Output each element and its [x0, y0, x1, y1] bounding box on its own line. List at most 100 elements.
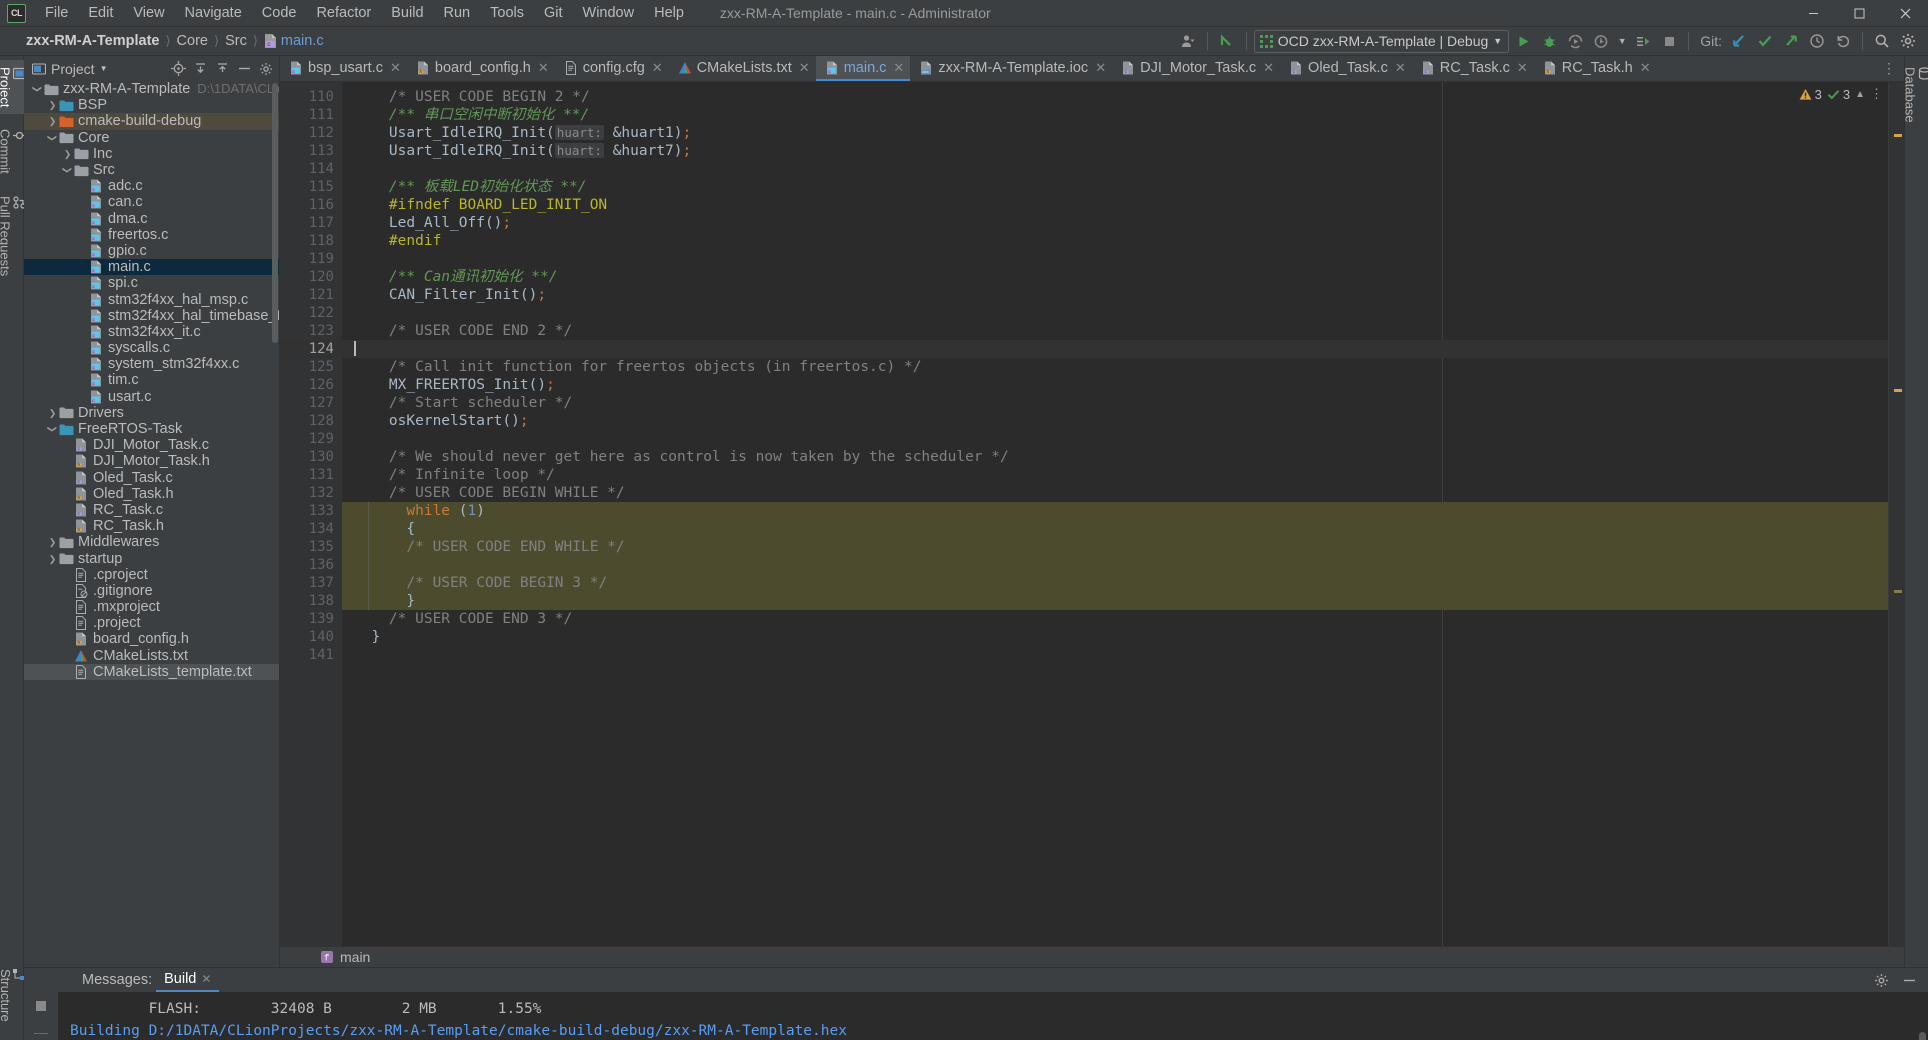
menu-build[interactable]: Build — [381, 2, 433, 24]
tree-file-item[interactable]: .mxproject — [24, 599, 279, 615]
gutter-line-number[interactable]: 128 — [280, 412, 342, 430]
gutter-line-number[interactable]: 115 — [280, 178, 342, 196]
editor-tab-zxx-rm-a-template-ioc[interactable]: ioc zxx-RM-A-Template.ioc ✕ — [910, 56, 1112, 81]
close-icon[interactable]: ✕ — [1640, 60, 1651, 76]
gutter-line-number[interactable]: 141 — [280, 646, 342, 664]
tree-file-item[interactable]: c can.c — [24, 194, 279, 210]
gutter-line-number[interactable]: 123 — [280, 322, 342, 340]
code-line[interactable] — [342, 556, 1888, 574]
chevron-down-icon[interactable]: ▼ — [1615, 29, 1629, 53]
tree-file-item[interactable]: CMakeLists.txt — [24, 648, 279, 664]
tree-file-item[interactable]: c Oled_Task.c — [24, 470, 279, 486]
analysis-scrollbar[interactable] — [1888, 82, 1904, 946]
menu-help[interactable]: Help — [644, 2, 694, 24]
gutter-line-number[interactable]: 119 — [280, 250, 342, 268]
gutter-line-number[interactable]: 114 — [280, 160, 342, 178]
code-line[interactable] — [342, 340, 1888, 358]
gutter-line-number[interactable]: 125 — [280, 358, 342, 376]
hide-panel-icon[interactable] — [1900, 971, 1918, 989]
editor-tab-oled-task-c[interactable]: c Oled_Task.c ✕ — [1280, 56, 1412, 81]
editor-gutter[interactable]: 110 111 112 113 114 115 116 117 118 119 120 121 122 1… — [280, 82, 342, 946]
code-line[interactable]: while (1) — [342, 502, 1888, 520]
code-line[interactable]: /* USER CODE BEGIN WHILE */ — [342, 484, 1888, 502]
editor-tab-rc-task-h[interactable]: h RC_Task.h ✕ — [1534, 56, 1657, 81]
editor-tab-rc-task-c[interactable]: c RC_Task.c ✕ — [1412, 56, 1534, 81]
tree-file-item[interactable]: h RC_Task.h — [24, 518, 279, 534]
tree-file-item[interactable]: c syscalls.c — [24, 340, 279, 356]
chevron-down-icon[interactable]: ▼ — [100, 64, 108, 73]
code-line[interactable]: /* Infinite loop */ — [342, 466, 1888, 484]
gutter-line-number[interactable]: 139 — [280, 610, 342, 628]
settings-icon[interactable] — [1896, 29, 1920, 53]
breadcrumb-file[interactable]: main.c — [281, 33, 324, 49]
gutter-line-number[interactable]: 120 — [280, 268, 342, 286]
build-console[interactable]: FLASH: 32408 B 2 MB 1.55% Building D:/1DA… — [58, 992, 1928, 1040]
git-push-icon[interactable] — [1779, 29, 1803, 53]
maximize-button[interactable] — [1836, 0, 1882, 27]
close-icon[interactable]: ✕ — [799, 60, 810, 76]
tree-folder-item[interactable]: ❯ Src — [24, 162, 279, 178]
editor-tab-bsp-usart-c[interactable]: c bsp_usart.c ✕ — [280, 56, 407, 81]
code-line[interactable] — [342, 160, 1888, 178]
tree-file-item[interactable]: c usart.c — [24, 389, 279, 405]
search-everywhere-icon[interactable] — [1870, 29, 1894, 53]
tree-file-item[interactable]: h board_config.h — [24, 631, 279, 647]
locate-file-icon[interactable] — [169, 60, 187, 78]
breadcrumb-src[interactable]: Src — [225, 33, 247, 49]
collapse-all-icon[interactable] — [213, 60, 231, 78]
settings-icon[interactable] — [1872, 971, 1890, 989]
run-with-coverage-button[interactable] — [1563, 29, 1587, 53]
git-rollback-icon[interactable] — [1831, 29, 1855, 53]
more-icon[interactable]: ⋮ — [1870, 86, 1884, 102]
gutter-line-number[interactable]: 111 — [280, 106, 342, 124]
gutter-line-number[interactable]: 135 — [280, 538, 342, 556]
menu-refactor[interactable]: Refactor — [306, 2, 381, 24]
project-tree[interactable]: ❯ zxx-RM-A-Template D:\1DATA\CLionProjects… — [24, 81, 279, 967]
settings-icon[interactable] — [257, 60, 275, 78]
gutter-line-number[interactable]: 129 — [280, 430, 342, 448]
editor-tab-dji-motor-task-c[interactable]: c DJI_Motor_Task.c ✕ — [1112, 56, 1280, 81]
tree-file-item[interactable]: c stm32f4xx_it.c — [24, 324, 279, 340]
tree-folder-item[interactable]: ❯ startup — [24, 550, 279, 567]
code-line[interactable]: } — [342, 628, 1888, 646]
gutter-line-number[interactable]: 112 — [280, 124, 342, 142]
inspection-widget[interactable]: 3 3 ▲ ⋮ — [1799, 86, 1884, 102]
gutter-line-number[interactable]: 126 — [280, 376, 342, 394]
console-scrollbar[interactable] — [1919, 1032, 1926, 1040]
code-line[interactable]: /* USER CODE BEGIN 2 */ — [342, 88, 1888, 106]
code-line[interactable]: /* USER CODE BEGIN 3 */ — [342, 574, 1888, 592]
menu-file[interactable]: File — [35, 2, 78, 24]
gutter-line-number[interactable]: 137 — [280, 574, 342, 592]
gutter-line-number[interactable]: 118 — [280, 232, 342, 250]
breadcrumb-project[interactable]: zxx-RM-A-Template — [26, 33, 159, 49]
gutter-line-number[interactable]: 113 — [280, 142, 342, 160]
tree-file-item[interactable]: .project — [24, 615, 279, 631]
code-line[interactable]: CAN_Filter_Init(); — [342, 286, 1888, 304]
update-project-icon[interactable] — [1215, 29, 1239, 53]
gutter-line-number[interactable]: 140 — [280, 628, 342, 646]
debug-button[interactable] — [1537, 29, 1561, 53]
close-button[interactable] — [1882, 0, 1928, 27]
tree-file-item[interactable]: .gitignore — [24, 583, 279, 599]
close-icon[interactable]: ✕ — [1095, 60, 1106, 76]
gutter-line-number[interactable]: 136 — [280, 556, 342, 574]
gutter-line-number[interactable]: 117 — [280, 214, 342, 232]
close-icon[interactable]: ✕ — [1395, 60, 1406, 76]
gutter-line-number[interactable]: 121 — [280, 286, 342, 304]
tree-file-item[interactable]: c stm32f4xx_hal_msp.c — [24, 291, 279, 308]
tree-file-item[interactable]: h Oled_Task.h — [24, 486, 279, 502]
git-commit-icon[interactable] — [1753, 29, 1777, 53]
run-button[interactable] — [1511, 29, 1535, 53]
code-line[interactable]: } — [342, 592, 1888, 610]
run-configuration-selector[interactable]: OCD zxx-RM-A-Template | Debug ▼ — [1253, 29, 1510, 53]
menu-navigate[interactable]: Navigate — [175, 2, 252, 24]
gutter-line-number[interactable]: 131 — [280, 466, 342, 484]
menu-view[interactable]: View — [123, 2, 174, 24]
code-line[interactable] — [342, 646, 1888, 664]
close-icon[interactable]: ✕ — [1517, 60, 1528, 76]
attach-button[interactable] — [1631, 29, 1655, 53]
code-line[interactable]: /* USER CODE END 3 */ — [342, 610, 1888, 628]
tree-file-item[interactable]: CMakeLists_template.txt — [24, 663, 279, 680]
close-icon[interactable]: ✕ — [652, 60, 663, 76]
code-line[interactable] — [342, 250, 1888, 268]
